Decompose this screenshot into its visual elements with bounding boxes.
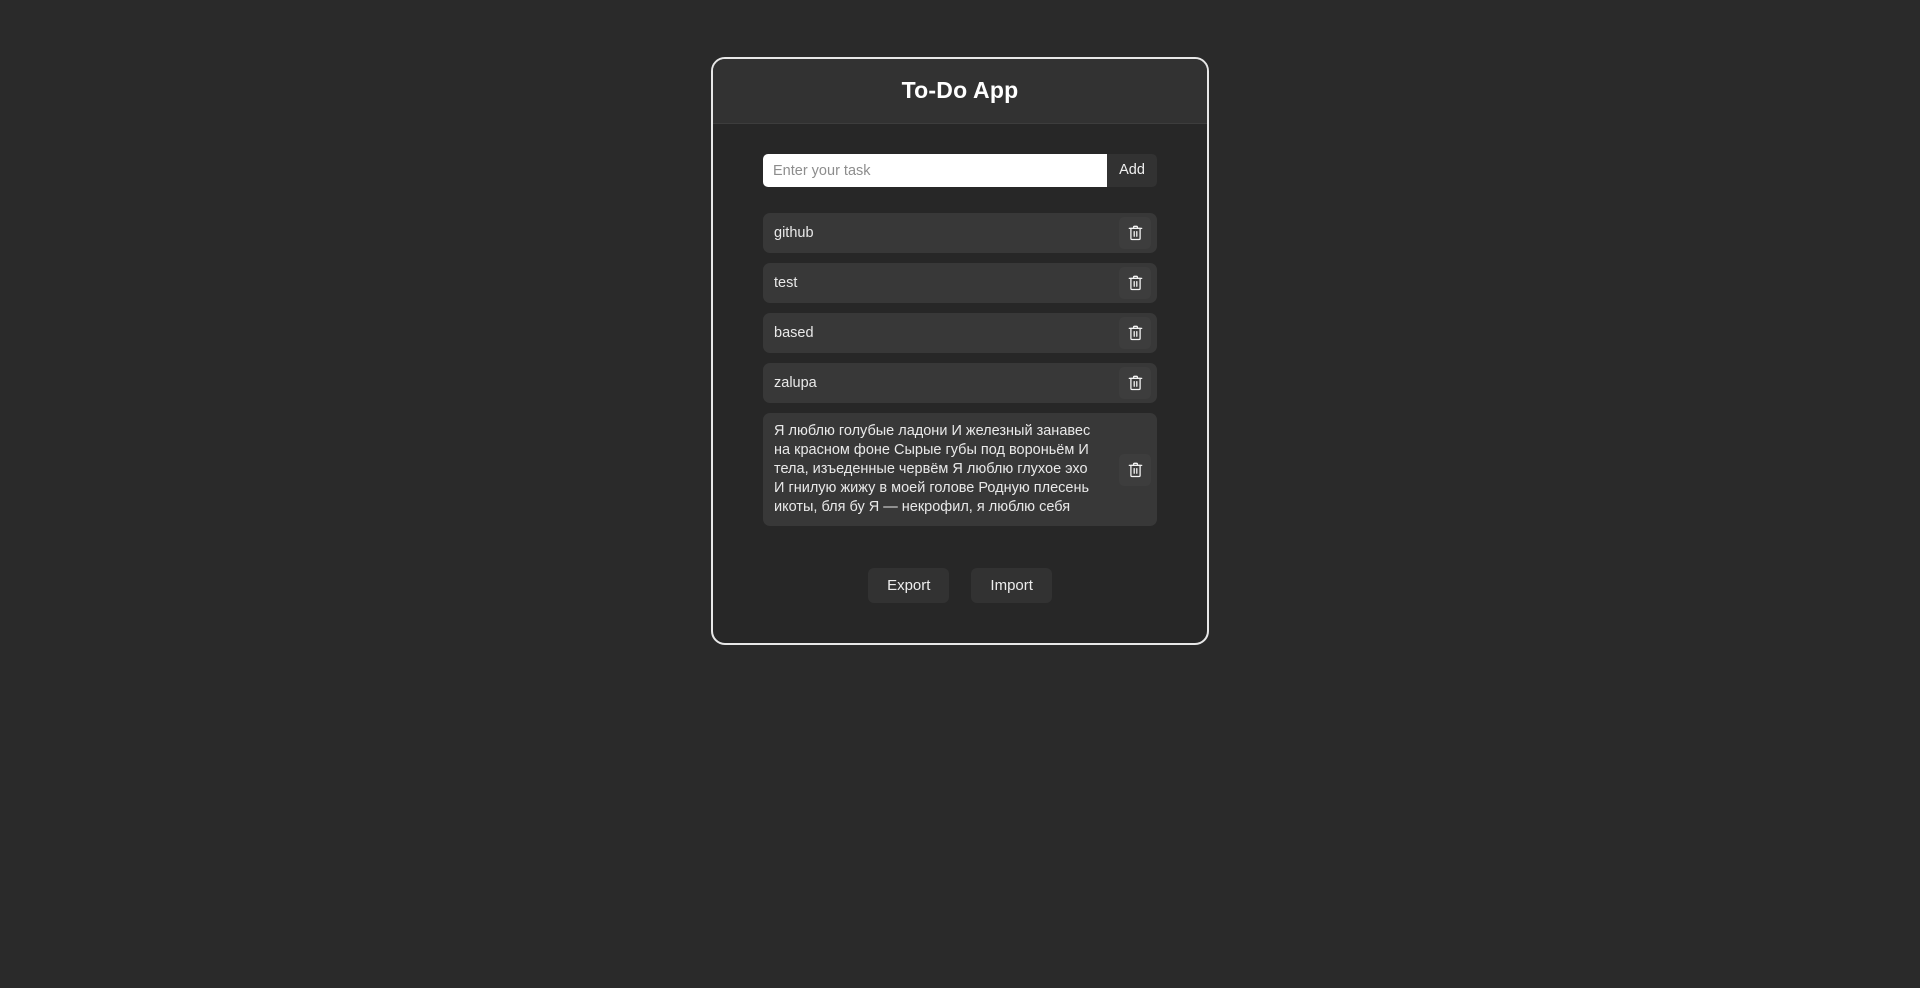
trash-icon bbox=[1128, 325, 1143, 341]
task-item-label: Я люблю голубые ладони И железный занаве… bbox=[774, 423, 1091, 515]
task-item-label: test bbox=[774, 274, 798, 291]
delete-task-button[interactable] bbox=[1119, 367, 1151, 399]
task-item-label: github bbox=[774, 224, 814, 241]
delete-task-button[interactable] bbox=[1119, 317, 1151, 349]
delete-task-button[interactable] bbox=[1119, 217, 1151, 249]
page-title: To-Do App bbox=[901, 77, 1019, 103]
task-item: test bbox=[763, 263, 1157, 303]
delete-task-button[interactable] bbox=[1119, 267, 1151, 299]
task-list: github test based zalupa Я люблю голубые лад… bbox=[763, 213, 1157, 526]
trash-icon bbox=[1128, 375, 1143, 391]
task-item-label: based bbox=[774, 324, 814, 341]
trash-icon bbox=[1128, 275, 1143, 291]
task-item: github bbox=[763, 213, 1157, 253]
task-item: zalupa bbox=[763, 363, 1157, 403]
delete-task-button[interactable] bbox=[1119, 453, 1151, 486]
add-task-form: Add bbox=[763, 154, 1157, 187]
task-item-label: zalupa bbox=[774, 374, 817, 391]
add-task-button[interactable]: Add bbox=[1107, 154, 1157, 187]
footer-actions: Export Import bbox=[763, 568, 1157, 603]
trash-icon bbox=[1128, 462, 1143, 478]
trash-icon bbox=[1128, 225, 1143, 241]
import-button[interactable]: Import bbox=[971, 568, 1052, 603]
export-button[interactable]: Export bbox=[868, 568, 950, 603]
todo-app-card: To-Do App Add github test based zalupa Я люб… bbox=[711, 57, 1209, 645]
card-body: Add github test based zalupa Я люблю голубые… bbox=[713, 124, 1207, 643]
page-root: To-Do App Add github test based zalupa Я люб… bbox=[0, 0, 1920, 988]
card-header: To-Do App bbox=[713, 59, 1207, 124]
task-input[interactable] bbox=[763, 154, 1107, 187]
task-item: Я люблю голубые ладони И железный занаве… bbox=[763, 413, 1157, 526]
task-item: based bbox=[763, 313, 1157, 353]
